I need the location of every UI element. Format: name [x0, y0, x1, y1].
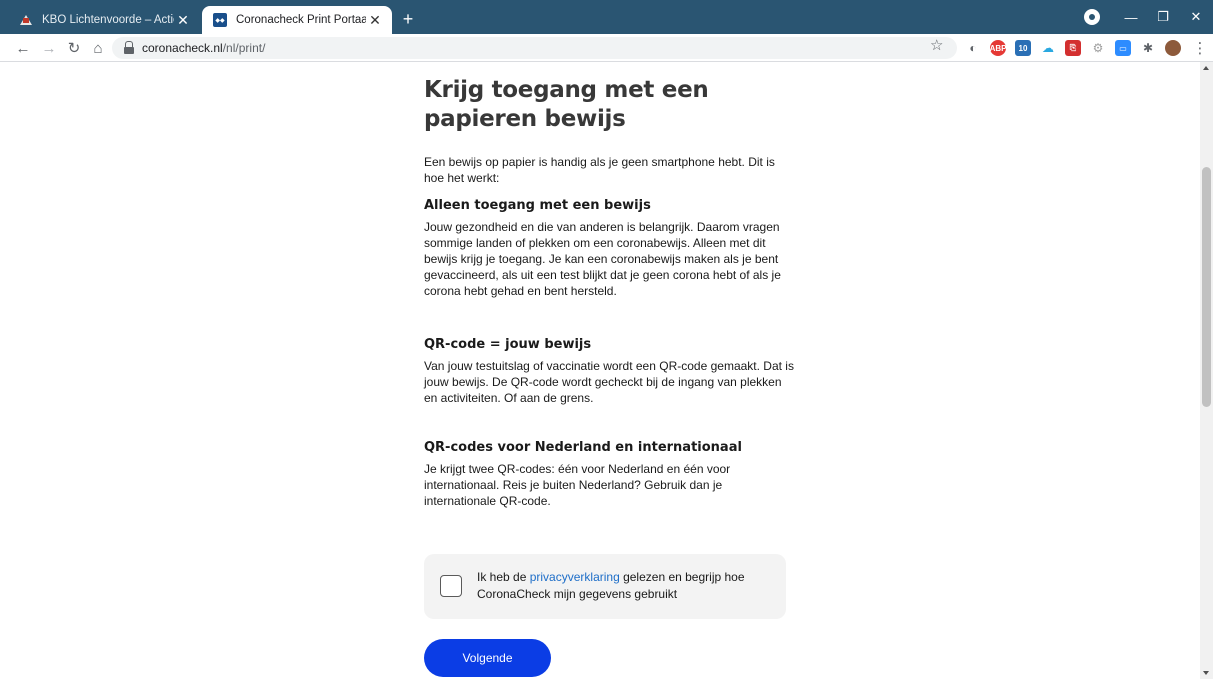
new-tab-button[interactable]: + — [398, 9, 418, 29]
gear-extension-icon[interactable]: ⚙ — [1090, 40, 1106, 56]
page-scrollbar[interactable] — [1200, 62, 1213, 679]
close-icon[interactable]: ✕ — [366, 11, 384, 29]
section-body: Je krijgt twee QR-codes: één voor Nederl… — [424, 462, 731, 508]
section-title: Alleen toegang met een bewijs — [424, 198, 651, 213]
scroll-down-arrow-icon[interactable] — [1203, 671, 1209, 675]
back-button[interactable]: ← — [13, 38, 33, 58]
browser-tabstrip: KBO Lichtenvoorde – Actief voor ✕ ◆◆ Cor… — [0, 0, 1213, 34]
zoom-icon[interactable]: ▭ — [1115, 40, 1131, 56]
pdf-icon[interactable]: ⎘ — [1065, 40, 1081, 56]
tab-coronacheck[interactable]: ◆◆ Coronacheck Print Portaal ✕ — [202, 6, 392, 34]
reload-button[interactable]: ↻ — [64, 38, 84, 58]
section-title: QR-codes voor Nederland en internationaa… — [424, 440, 742, 455]
tab-kbo[interactable]: KBO Lichtenvoorde – Actief voor ✕ — [8, 6, 200, 34]
lock-icon[interactable] — [122, 41, 136, 55]
tab-title: Coronacheck Print Portaal — [236, 14, 366, 26]
cloud-icon[interactable]: ☁ — [1040, 40, 1056, 56]
bookmark-star-icon[interactable]: ☆ — [930, 36, 943, 54]
section-body: Jouw gezondheid en die van anderen is be… — [424, 220, 781, 298]
profile-icon[interactable] — [1084, 9, 1100, 25]
adblock-icon[interactable]: ABP — [990, 40, 1006, 56]
privacy-consent-box: Ik heb de privacyverklaring gelezen en b… — [424, 554, 786, 619]
minimize-button[interactable]: — — [1117, 6, 1145, 28]
address-bar[interactable]: coronacheck.nl/nl/print/ — [112, 37, 957, 59]
section-body: Van jouw testuitslag of vaccinatie wordt… — [424, 359, 794, 405]
avatar[interactable] — [1165, 40, 1181, 56]
consent-label: Ik heb de privacyverklaring gelezen en b… — [477, 569, 767, 603]
tab-title: KBO Lichtenvoorde – Actief voor — [42, 14, 174, 26]
home-button[interactable]: ⌂ — [88, 38, 108, 58]
rijksoverheid-icon: ◆◆ — [212, 12, 228, 28]
scroll-up-arrow-icon[interactable] — [1203, 66, 1209, 70]
page-title: Krijg toegang met een papieren bewijs — [424, 77, 709, 132]
puzzle-icon[interactable]: ✱ — [1140, 40, 1156, 56]
linkedin-badge-icon[interactable]: 10 — [1015, 40, 1031, 56]
next-button[interactable]: Volgende — [424, 639, 551, 677]
forward-button[interactable]: → — [39, 38, 59, 58]
url-host: coronacheck.nl — [142, 41, 223, 55]
close-icon[interactable]: ✕ — [174, 11, 192, 29]
url-text: coronacheck.nl/nl/print/ — [142, 41, 265, 55]
adblock-label: ABP — [989, 43, 1007, 53]
window-close-button[interactable]: ✕ — [1182, 6, 1210, 28]
kbo-house-icon — [18, 12, 34, 28]
section-title: QR-code = jouw bewijs — [424, 337, 592, 352]
page-viewport: Krijg toegang met een papieren bewijs Ee… — [0, 62, 1200, 679]
url-path: /nl/print/ — [222, 41, 266, 55]
consent-text-before: Ik heb de — [477, 570, 530, 584]
privacy-statement-link[interactable]: privacyverklaring — [530, 570, 620, 584]
badge-count: 10 — [1018, 43, 1028, 53]
browser-toolbar: ← → ↻ ⌂ coronacheck.nl/nl/print/ ☆ ◐ ABP… — [0, 34, 1213, 62]
scrollbar-thumb[interactable] — [1202, 167, 1211, 407]
privacy-consent-checkbox[interactable] — [440, 575, 462, 597]
browser-menu-icon[interactable]: ⋮ — [1193, 39, 1208, 57]
main-content: Krijg toegang met een papieren bewijs Ee… — [424, 76, 794, 509]
intro-text: Een bewijs op papier is handig als je ge… — [424, 155, 775, 185]
extension-circle-icon[interactable]: ◐ — [965, 40, 981, 56]
restore-button[interactable]: ❐ — [1149, 6, 1177, 28]
